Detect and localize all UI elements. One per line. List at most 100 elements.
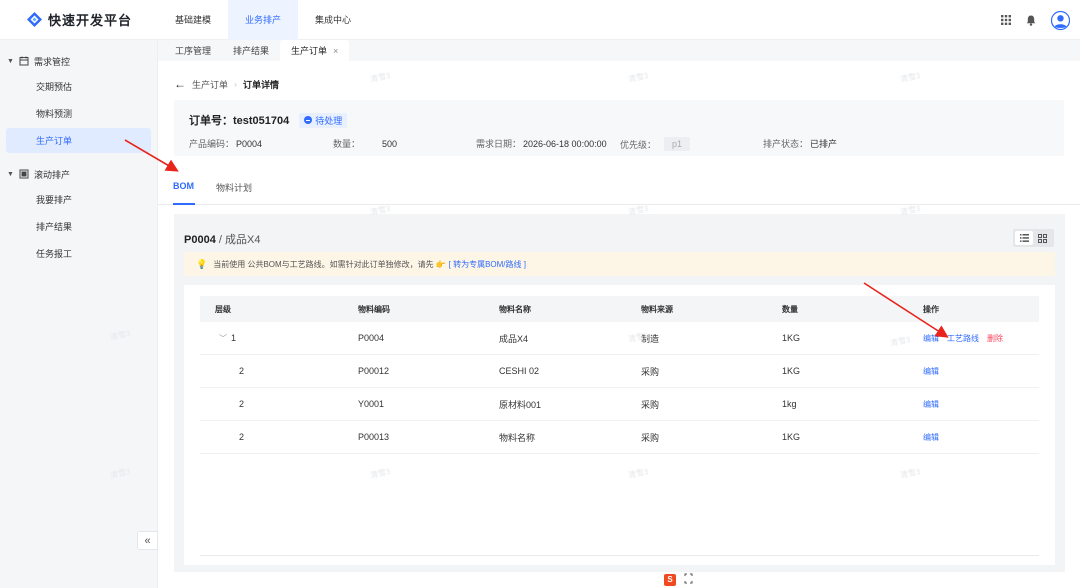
table-header: 层级 物料编码 物料名称 物料来源 数量 操作 [200,296,1039,322]
quantity-field: 数量： 500 [333,137,397,150]
quantity-cell: 1KG [782,432,801,442]
board-icon [19,169,29,179]
sidebar-group-rolling[interactable]: ▼ 滚动排产 [0,163,157,185]
page-tab-label: 工序管理 [175,46,212,56]
bom-code: P0004 [184,234,216,246]
table-row: 2 Y0001 原材料001 采购 1kg 编辑 [200,388,1039,421]
topnav-item-scheduling[interactable]: 业务排产 [228,0,298,40]
material-name-cell: 成品X4 [499,333,529,344]
tab-material-plan[interactable]: 物料计划 [216,181,252,194]
table-row: 2 P00012 CESHI 02 采购 1KG 编辑 [200,355,1039,388]
convert-exclusive-bom-link[interactable]: [ 转为专属BOM/路线 ] [449,259,526,270]
column-header-level: 层级 [215,304,231,314]
level-cell: 2 [239,366,245,376]
fullscreen-icon[interactable] [684,573,693,586]
bell-icon[interactable] [1026,15,1036,26]
brand[interactable]: 快速开发平台 [0,0,158,40]
page-tab-schedule-result[interactable]: 排产结果 [222,40,280,61]
bom-title: P0004 / 成品X4 [184,231,260,247]
quantity-cell: 1KG [782,366,801,376]
brand-logo-icon [26,11,43,28]
topnav-item-modeling[interactable]: 基础建模 [158,0,228,40]
sidebar-collapse-button[interactable]: « [137,531,158,550]
edit-link[interactable]: 编辑 [923,333,939,344]
sidebar: ▼ 需求管控 交期预估 物料预测 生产订单 ▼ 滚动排产 我要排产 排产结果 任… [0,40,158,588]
process-route-link[interactable]: 工艺路线 [947,333,979,344]
topnav-label: 基础建模 [174,15,211,25]
breadcrumb-parent[interactable]: 生产订单 [192,78,228,91]
tree-expand-icon[interactable]: ﹀ [219,333,227,344]
sidebar-group-label: 滚动排产 [34,169,71,180]
page-tab-label: 排产结果 [233,46,270,56]
user-avatar-icon[interactable] [1051,10,1070,30]
pointing-hand-icon: 👉 [435,259,446,269]
delete-link[interactable]: 删除 [987,333,1003,344]
order-summary-card: 订单号：test051704 待处理 产品编码： P0004 数量： 500 需求日… [174,100,1064,156]
column-header-actions: 操作 [923,304,939,314]
field-label: 需求日期： [476,139,522,149]
priority-field: 优先级： p1 [620,137,691,151]
level-cell: ﹀ 1 [219,322,236,354]
sidebar-item-production-order[interactable]: 生产订单 [6,128,151,153]
grid-view-icon[interactable] [1033,231,1051,245]
apps-grid-icon[interactable] [1001,15,1011,25]
pending-icon [304,116,313,124]
material-code-cell: P0004 [358,333,385,343]
sidebar-item-schedule[interactable]: 我要排产 [6,187,151,212]
double-chevron-left-icon: « [144,534,151,547]
material-code-cell: P00013 [358,432,390,442]
sidebar-item-task-report[interactable]: 任务报工 [6,241,151,266]
top-nav: 基础建模 业务排产 集成中心 [158,0,368,40]
product-code-field: 产品编码： P0004 [189,137,262,150]
material-name-cell: 物料名称 [499,432,536,443]
sidebar-item-label: 物料预测 [36,109,73,119]
topnav-item-integration[interactable]: 集成中心 [298,0,368,40]
breadcrumb-current: 订单详情 [243,79,280,90]
schedule-status-field: 排产状态： 已排产 [763,137,837,150]
field-label: 数量： [333,139,361,149]
field-value: 500 [382,138,398,149]
sidebar-item-schedule-result[interactable]: 排产结果 [6,214,151,239]
quantity-cell: 1kg [782,399,797,409]
sidebar-item-material-forecast[interactable]: 物料预测 [6,101,151,126]
list-view-icon[interactable] [1015,231,1033,245]
lightbulb-icon: 💡 [196,258,208,269]
page-tab-process[interactable]: 工序管理 [164,40,222,61]
breadcrumb: ← 生产订单 › 订单详情 [174,77,279,91]
sidebar-item-label: 交期预估 [36,82,73,92]
material-name-cell: 原材料001 [499,399,542,410]
actions-cell: 编辑 [923,421,947,453]
edit-link[interactable]: 编辑 [923,399,939,410]
close-icon[interactable]: × [333,46,338,56]
actions-cell: 编辑 [923,388,947,420]
column-header-name: 物料名称 [499,304,531,314]
main-content: ← 生产订单 › 订单详情 订单号：test051704 待处理 产品编码： P0… [158,61,1080,588]
material-source-cell: 制造 [641,333,660,344]
material-code-cell: Y0001 [358,399,385,409]
topnav-label: 集成中心 [314,15,351,25]
edit-link[interactable]: 编辑 [923,432,939,443]
order-number: 订单号：test051704 [189,115,290,127]
page-tab-production-order[interactable]: 生产订单 × [280,40,350,61]
topnav-label: 业务排产 [244,15,281,25]
column-header-source: 物料来源 [641,304,673,314]
notice-text: 当前使用 公共BOM与工艺路线。如需针对此订单独修改，请先 [213,259,434,269]
caret-down-icon: ▼ [7,57,14,65]
bom-panel: P0004 / 成品X4 💡 当前使用 公共BOM与工艺路线。如需针对此订单独修… [174,214,1065,572]
sidebar-item-delivery-estimate[interactable]: 交期预估 [6,74,151,99]
back-arrow-icon[interactable]: ← [174,77,186,91]
field-label: 优先级： [620,139,657,150]
sidebar-group-demand[interactable]: ▼ 需求管控 [0,50,157,72]
level-cell: 2 [239,432,245,442]
sidebar-item-label: 我要排产 [36,195,73,205]
material-code-cell: P00012 [358,366,390,376]
edit-link[interactable]: 编辑 [923,366,939,377]
bom-name: / 成品X4 [215,234,261,246]
breadcrumb-separator: › [234,79,238,89]
status-text: 待处理 [315,115,343,126]
input-method-icon[interactable]: S [664,573,676,586]
tab-bom[interactable]: BOM [173,181,194,191]
quantity-cell: 1KG [782,333,801,343]
caret-down-icon: ▼ [7,170,14,178]
top-right-tools [986,0,1070,40]
